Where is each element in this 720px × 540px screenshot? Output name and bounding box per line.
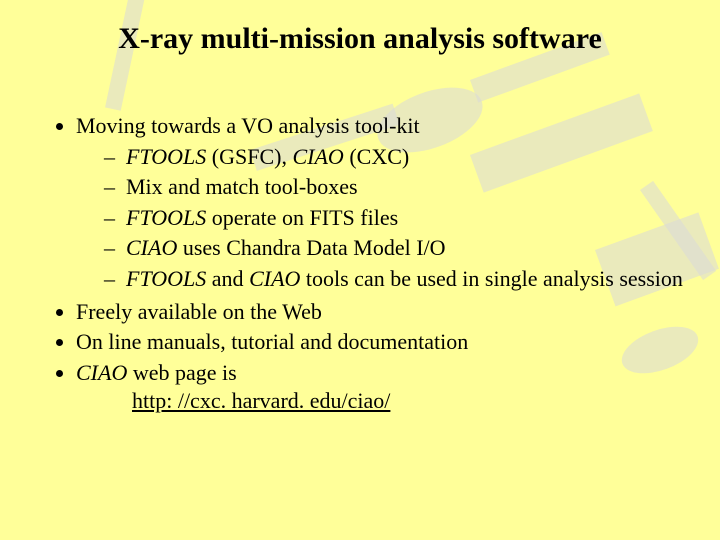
bullet-item: Moving towards a VO analysis tool-kit FT… bbox=[76, 112, 684, 294]
text-run: web page is bbox=[127, 360, 236, 385]
sub-list: FTOOLS (GSFC), CIAO (CXC) Mix and match … bbox=[76, 143, 684, 294]
slide-title: X-ray multi-mission analysis software bbox=[0, 22, 720, 56]
sub-item: Mix and match tool-boxes bbox=[104, 173, 684, 202]
text-run: uses Chandra Data Model I/O bbox=[177, 235, 445, 260]
slide-body: Moving towards a VO analysis tool-kit FT… bbox=[48, 112, 684, 418]
tool-name: CIAO bbox=[76, 360, 127, 385]
ciao-link[interactable]: http: //cxc. harvard. edu/ciao/ bbox=[132, 388, 390, 413]
bullet-text: Moving towards a VO analysis tool-kit bbox=[76, 113, 420, 138]
sub-item: FTOOLS and CIAO tools can be used in sin… bbox=[104, 265, 684, 294]
bullet-item: On line manuals, tutorial and documentat… bbox=[76, 328, 684, 357]
bullet-item: CIAO web page is http: //cxc. harvard. e… bbox=[76, 359, 684, 416]
sub-item: CIAO uses Chandra Data Model I/O bbox=[104, 234, 684, 263]
tool-name: FTOOLS bbox=[126, 266, 206, 291]
bullet-list: Moving towards a VO analysis tool-kit FT… bbox=[48, 112, 684, 416]
tool-name: FTOOLS bbox=[126, 144, 206, 169]
text-run: (CXC) bbox=[344, 144, 409, 169]
sub-item: FTOOLS (GSFC), CIAO (CXC) bbox=[104, 143, 684, 172]
bullet-item: Freely available on the Web bbox=[76, 298, 684, 327]
tool-name: CIAO bbox=[126, 235, 177, 260]
text-run: tools can be used in single analysis ses… bbox=[300, 266, 683, 291]
tool-name: CIAO bbox=[292, 144, 343, 169]
text-run: and bbox=[206, 266, 249, 291]
sub-item: FTOOLS operate on FITS files bbox=[104, 204, 684, 233]
text-run: operate on FITS files bbox=[206, 205, 398, 230]
text-run: (GSFC), bbox=[206, 144, 292, 169]
tool-name: FTOOLS bbox=[126, 205, 206, 230]
link-line: http: //cxc. harvard. edu/ciao/ bbox=[76, 387, 684, 416]
slide: X-ray multi-mission analysis software Mo… bbox=[0, 0, 720, 540]
tool-name: CIAO bbox=[249, 266, 300, 291]
